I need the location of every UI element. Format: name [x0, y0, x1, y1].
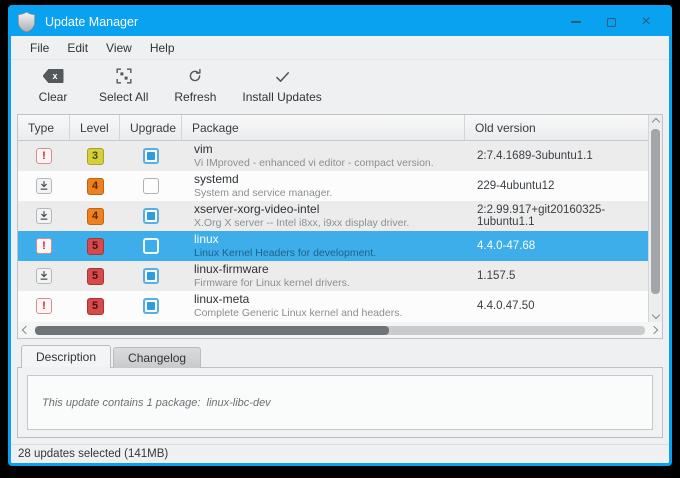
titlebar: Update Manager × [11, 8, 669, 36]
level-badge: 4 [87, 178, 104, 195]
package-description: Firmware for Linux kernel drivers. [194, 277, 350, 289]
tab-description-label: Description [36, 350, 96, 364]
table-row[interactable]: ! 4 systemd System and service manager. … [18, 171, 648, 201]
upgrade-checkbox[interactable] [143, 268, 159, 284]
column-header-level[interactable]: Level [70, 115, 120, 140]
update-type-icon: ! [36, 208, 52, 224]
menu-edit[interactable]: Edit [58, 36, 97, 60]
update-type-icon: ! [36, 178, 52, 194]
table-row[interactable]: ! 5 linux-firmware Firmware for Linux ke… [18, 261, 648, 291]
status-text: 28 updates selected (141MB) [18, 448, 168, 460]
table-row[interactable]: ! 5 linux-meta Complete Generic Linux ke… [18, 291, 648, 321]
upgrade-checkbox[interactable] [143, 208, 159, 224]
checkmark-icon [274, 67, 291, 85]
column-header-package[interactable]: Package [182, 115, 465, 140]
upgrade-checkbox[interactable] [143, 178, 159, 194]
scroll-left-icon[interactable] [22, 326, 30, 334]
table-header: Type Level Upgrade Package Old version [18, 115, 648, 141]
horizontal-scrollbar-thumb[interactable] [35, 326, 389, 335]
package-description: System and service manager. [194, 187, 332, 199]
updates-table: Type Level Upgrade Package Old version !… [17, 114, 663, 339]
toolbar: x Clear Select All [11, 60, 669, 110]
tab-description[interactable]: Description [21, 345, 111, 368]
old-version: 4.4.0-47.68 [477, 240, 535, 252]
install-updates-button[interactable]: Install Updates [236, 67, 327, 104]
install-updates-label: Install Updates [242, 90, 321, 104]
package-description: Vi IMproved - enhanced vi editor - compa… [194, 157, 434, 169]
level-badge: 4 [87, 208, 104, 225]
package-name: linux-meta [194, 293, 249, 307]
close-icon[interactable]: × [637, 13, 655, 31]
select-all-button[interactable]: Select All [93, 67, 154, 104]
description-box: This update contains 1 package: linux-li… [27, 375, 653, 430]
select-all-corners-icon [116, 67, 132, 85]
package-name: vim [194, 143, 213, 157]
table-row[interactable]: ! 3 vim Vi IMproved - enhanced vi editor… [18, 141, 648, 171]
package-name: systemd [194, 173, 239, 187]
refresh-button[interactable]: Refresh [168, 67, 222, 104]
level-badge: 5 [87, 268, 104, 285]
tab-bar: Description Changelog [21, 345, 663, 368]
clear-button[interactable]: x Clear [27, 67, 79, 104]
refresh-label: Refresh [174, 90, 216, 104]
old-version: 2:7.4.1689-3ubuntu1.1 [477, 150, 593, 162]
package-name: xserver-xorg-video-intel [194, 203, 319, 217]
description-panel: This update contains 1 package: linux-li… [17, 367, 663, 438]
maximize-icon[interactable] [602, 13, 620, 31]
vertical-scrollbar[interactable] [648, 115, 662, 322]
package-description: Complete Generic Linux kernel and header… [194, 307, 402, 319]
column-header-upgrade[interactable]: Upgrade [120, 115, 182, 140]
package-name: linux [194, 233, 219, 247]
level-badge: 3 [87, 148, 104, 165]
upgrade-checkbox[interactable] [143, 238, 159, 254]
table-row[interactable]: ! 4 xserver-xorg-video-intel X.Org X ser… [18, 201, 648, 231]
column-header-old-version[interactable]: Old version [465, 115, 648, 140]
menu-help[interactable]: Help [141, 36, 184, 60]
upgrade-checkbox[interactable] [143, 148, 159, 164]
old-version: 2:2.99.917+git20160325-1ubuntu1.1 [477, 204, 648, 228]
menubar: File Edit View Help [11, 36, 669, 60]
package-description: Linux Kernel Headers for development. [194, 247, 376, 259]
package-name: linux-firmware [194, 263, 269, 277]
refresh-circular-arrow-icon [187, 67, 203, 85]
package-description: X.Org X server -- Intel i8xx, i9xx displ… [194, 217, 409, 229]
statusbar: 28 updates selected (141MB) [11, 444, 669, 463]
upgrade-checkbox[interactable] [143, 298, 159, 314]
update-manager-window: Update Manager × File Edit View Help x C… [8, 5, 672, 466]
clear-label: Clear [39, 90, 68, 104]
old-version: 229-4ubuntu12 [477, 180, 554, 192]
shield-icon [17, 11, 36, 33]
scroll-right-icon[interactable] [650, 326, 658, 334]
level-badge: 5 [87, 238, 104, 255]
update-type-icon: ! [36, 238, 52, 254]
description-text: This update contains 1 package: linux-li… [28, 397, 271, 409]
select-all-label: Select All [99, 90, 148, 104]
tab-changelog-label: Changelog [128, 351, 186, 365]
scroll-up-icon[interactable] [651, 118, 659, 126]
level-badge: 5 [87, 298, 104, 315]
tab-changelog[interactable]: Changelog [113, 347, 201, 368]
table-row[interactable]: ! 5 linux Linux Kernel Headers for devel… [18, 231, 648, 261]
minimize-icon[interactable] [567, 13, 585, 31]
horizontal-scrollbar[interactable] [18, 322, 662, 338]
update-type-icon: ! [36, 268, 52, 284]
scroll-down-icon[interactable] [651, 311, 659, 319]
old-version: 4.4.0.47.50 [477, 300, 535, 312]
vertical-scrollbar-thumb[interactable] [651, 129, 660, 294]
old-version: 1.157.5 [477, 270, 515, 282]
update-type-icon: ! [36, 298, 52, 314]
menu-view[interactable]: View [97, 36, 141, 60]
menu-file[interactable]: File [21, 36, 58, 60]
window-title: Update Manager [45, 15, 138, 29]
table-body: ! 3 vim Vi IMproved - enhanced vi editor… [18, 141, 648, 322]
update-type-icon: ! [36, 148, 52, 164]
clear-backspace-icon: x [43, 67, 64, 85]
column-header-type[interactable]: Type [18, 115, 70, 140]
